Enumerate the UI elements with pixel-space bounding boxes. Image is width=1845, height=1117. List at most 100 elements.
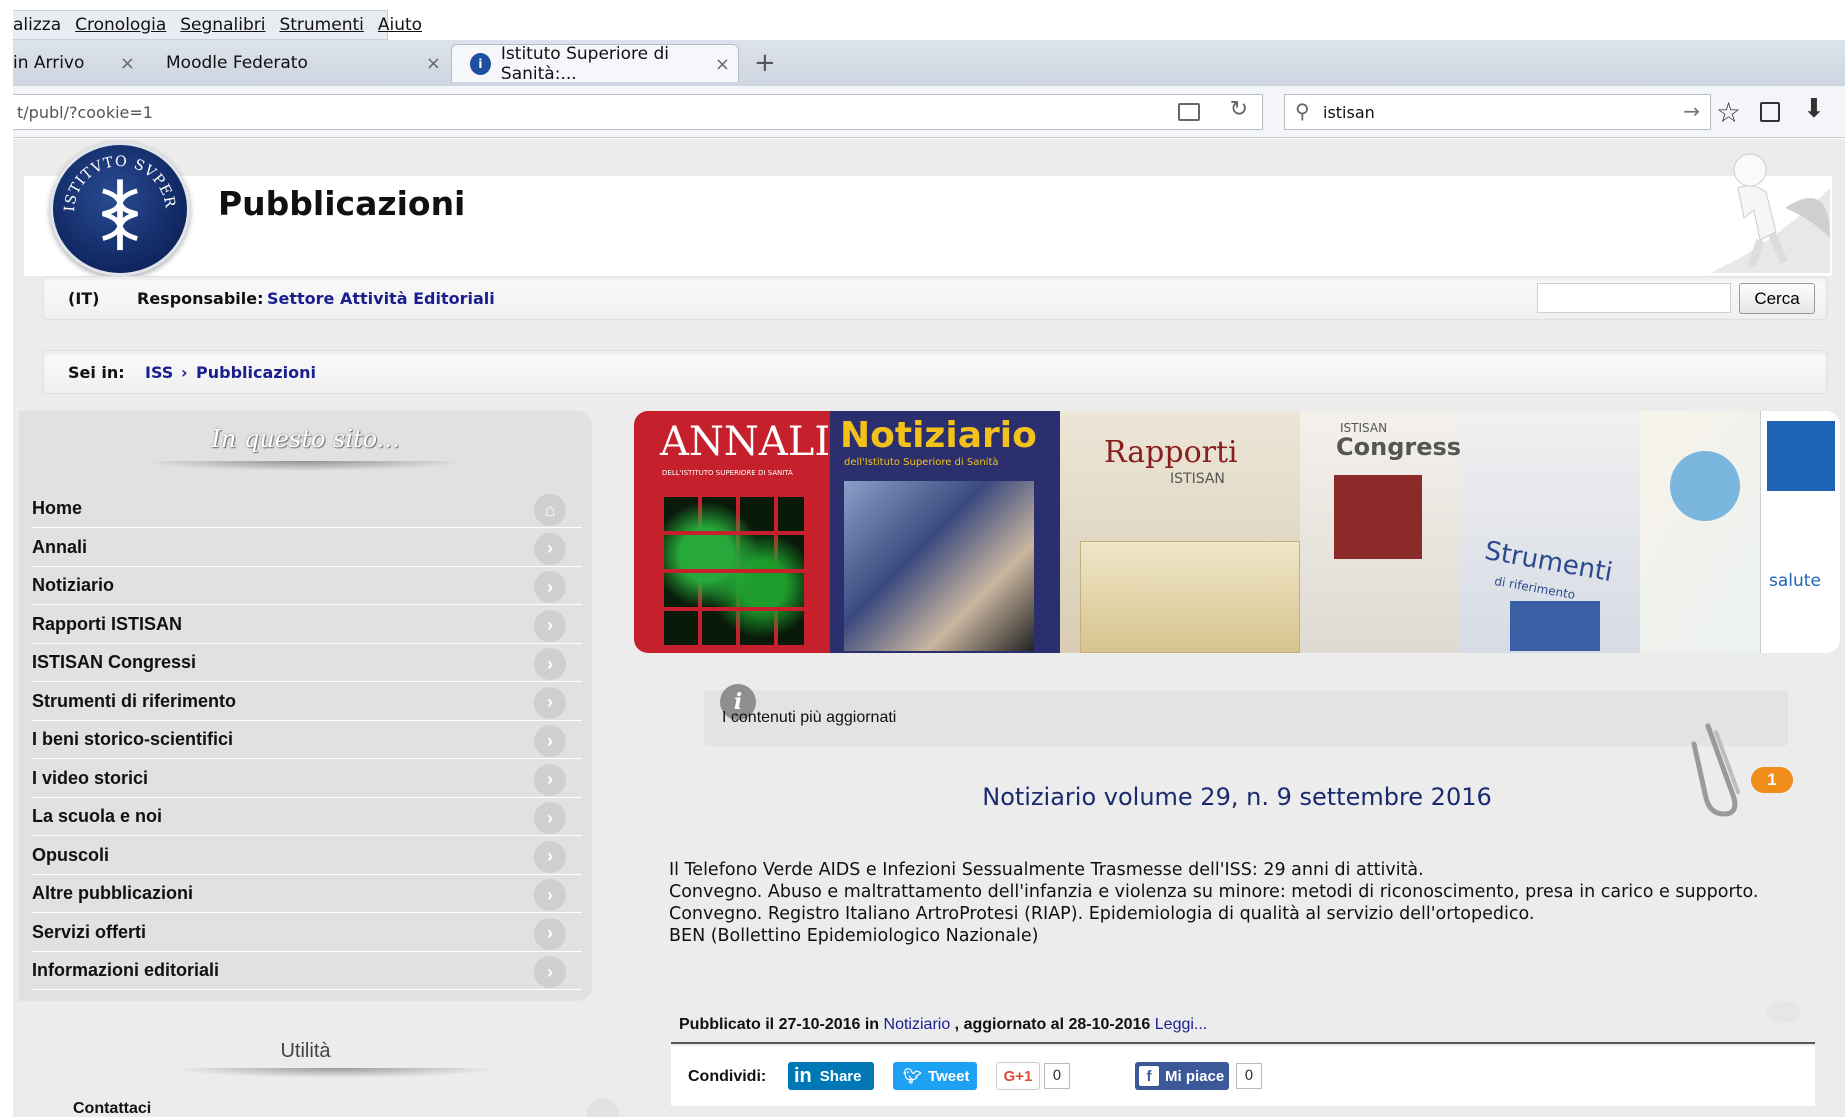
article-line: Convegno. Registro Italiano ArtroProtesi… — [669, 904, 1535, 924]
menu-bookmarks[interactable]: Segnalibri — [180, 15, 265, 35]
reader-view-icon[interactable] — [1178, 103, 1200, 121]
sidebar-item-rapporti-istisan[interactable]: Rapporti ISTISAN › — [32, 606, 582, 644]
address-bar[interactable]: t/publ/?cookie=1 ↻ — [13, 94, 1263, 130]
sidebar-item-label: Rapporti ISTISAN — [32, 613, 183, 634]
tab-label: in Arrivo — [13, 53, 85, 73]
close-icon[interactable]: × — [426, 53, 441, 74]
linkedin-share-button[interactable]: in Share — [788, 1062, 874, 1090]
strumenti-cover[interactable]: Strumenti di riferimento — [1460, 411, 1640, 653]
search-value: istisan — [1323, 102, 1375, 122]
notiziario-cover[interactable]: Notiziario dell'Istituto Superiore di Sa… — [830, 411, 1060, 653]
salute-text: salute — [1769, 571, 1821, 591]
bookmarks-list-icon[interactable] — [1760, 102, 1780, 122]
sidebar-item-label: Opuscoli — [32, 844, 110, 865]
breadcrumb-separator: › — [181, 363, 188, 382]
chevron-right-icon[interactable]: › — [534, 917, 566, 950]
sidebar-item-servizi-offerti[interactable]: Servizi offerti › — [32, 914, 582, 952]
arrow-right-icon[interactable]: → — [1683, 99, 1700, 123]
menu-help[interactable]: Aiuto — [378, 15, 422, 35]
bookmark-star-icon[interactable]: ☆ — [1716, 96, 1741, 129]
sidebar-item-istisan-congressi[interactable]: ISTISAN Congressi › — [32, 644, 582, 682]
chevron-right-icon[interactable]: › — [534, 571, 566, 603]
tab-strip: in Arrivo × Moodle Federato × i Istituto… — [13, 40, 1845, 86]
home-icon[interactable]: ⌂ — [534, 494, 566, 526]
sidebar-item-annali[interactable]: Annali › — [32, 529, 582, 567]
sidebar-item-i-video-storici[interactable]: I video storici › — [32, 760, 582, 798]
menu-tools[interactable]: Strumenti — [279, 15, 363, 35]
chevron-right-icon[interactable]: › — [534, 763, 566, 796]
sidebar-item-la-scuola-e-noi[interactable]: La scuola e noi › — [32, 798, 582, 836]
chevron-right-icon[interactable]: › — [534, 648, 566, 680]
responsabile-link[interactable]: Settore Attività Editoriali — [267, 289, 495, 308]
menu-bar: alizza Cronologia Segnalibri Strumenti A… — [13, 10, 422, 40]
utility-title: Utilità — [280, 1040, 331, 1062]
sidebar-item-label: ISTISAN Congressi — [32, 652, 197, 672]
search-button[interactable]: Cerca — [1739, 283, 1815, 314]
twitter-label: Tweet — [928, 1067, 970, 1085]
breadcrumb-iss-link[interactable]: ISS — [145, 363, 173, 382]
scuola-cover[interactable]: salute — [1640, 411, 1840, 653]
breadcrumb-current[interactable]: Pubblicazioni — [196, 363, 316, 382]
chevron-right-icon[interactable]: › — [534, 840, 566, 873]
reload-icon[interactable]: ↻ — [1230, 97, 1248, 122]
new-tab-button[interactable]: + — [754, 44, 776, 82]
sidebar-item-label: Annali — [32, 536, 88, 557]
article-title[interactable]: Notiziario volume 29, n. 9 settembre 201… — [634, 783, 1840, 811]
sidebar-item-label: Notiziario — [32, 575, 115, 595]
latest-content-label: I contenuti più aggiornati — [722, 709, 897, 726]
annali-title: ANNALI — [660, 419, 831, 465]
iss-logo[interactable]: ISTITVTO SVPERIORE DI SANITA — [50, 142, 190, 276]
published-date: Pubblicato il 27-10-2016 in — [679, 1016, 880, 1033]
read-more-link[interactable]: Leggi... — [1155, 1016, 1207, 1034]
article-line: Convegno. Abuso e maltrattamento dell'in… — [669, 882, 1759, 902]
sidebar-item-opuscoli[interactable]: Opuscoli › — [32, 837, 582, 875]
chevron-right-icon[interactable]: › — [534, 609, 566, 642]
rapporti-cover[interactable]: Rapporti ISTISAN — [1060, 411, 1300, 653]
published-section-link[interactable]: Notiziario — [884, 1016, 951, 1034]
tab-iss-active[interactable]: i Istituto Superiore di Sanità:... × — [451, 44, 739, 84]
twitter-tweet-button[interactable]: 🐦︎ Tweet — [893, 1062, 977, 1090]
congressi-cover[interactable]: ISTISAN Congressi — [1300, 411, 1469, 653]
responsabile-label: Responsabile: — [137, 289, 264, 308]
download-icon[interactable]: ⬇ — [1803, 94, 1825, 124]
sidebar-item-notiziario[interactable]: Notiziario › — [32, 567, 582, 605]
site-search-input[interactable] — [1537, 283, 1731, 313]
rapporti-stack — [1080, 541, 1300, 653]
search-input[interactable]: ⚲ istisan → — [1284, 94, 1711, 130]
facebook-like-button[interactable]: f Mi piace — [1135, 1062, 1229, 1090]
facebook-count: 0 — [1236, 1063, 1262, 1089]
annali-image-grid — [664, 495, 804, 645]
tab-label: Moodle Federato — [166, 53, 308, 73]
notiziario-image — [844, 481, 1034, 651]
sidebar-item-strumenti-di-riferimento[interactable]: Strumenti di riferimento › — [32, 683, 582, 721]
publications-banner[interactable]: ANNALI DELL'ISTITUTO SUPERIORE DI SANITÀ… — [634, 411, 1840, 653]
chevron-right-icon[interactable]: › — [534, 725, 566, 757]
salute-cover: salute — [1760, 411, 1840, 653]
logo-seal: ISTITVTO SVPERIORE DI SANITA — [53, 145, 177, 251]
sidebar-item-altre-pubblicazioni[interactable]: Altre pubblicazioni › — [32, 875, 582, 913]
sidebar-item-home[interactable]: Home ⌂ — [32, 490, 582, 528]
sidebar-item-i-beni-storico-scientifici[interactable]: I beni storico-scientifici › — [32, 721, 582, 759]
tab-inbox[interactable]: in Arrivo × — [13, 44, 143, 82]
menu-history[interactable]: Cronologia — [75, 15, 166, 35]
sidebar-item-label: I video storici — [32, 767, 149, 788]
chevron-right-icon[interactable]: › — [534, 686, 566, 719]
gplus-button[interactable]: G+1 — [996, 1062, 1040, 1090]
close-icon[interactable]: × — [120, 53, 135, 74]
contact-link[interactable]: Contattaci — [73, 1100, 151, 1117]
chevron-right-icon[interactable]: › — [534, 532, 566, 565]
article-line: Il Telefono Verde AIDS e Infezioni Sessu… — [669, 860, 1424, 880]
annali-cover[interactable]: ANNALI DELL'ISTITUTO SUPERIORE DI SANITÀ — [634, 411, 830, 653]
share-label: Condividi: — [688, 1068, 767, 1085]
notiziario-title: Notiziario — [840, 415, 1037, 456]
close-icon[interactable]: × — [715, 54, 730, 75]
tab-moodle[interactable]: Moodle Federato × — [166, 44, 449, 82]
chevron-right-icon[interactable]: › — [534, 956, 566, 988]
chevron-right-icon[interactable]: › — [534, 802, 566, 834]
utility-shadow — [170, 1068, 500, 1078]
share-bar: Condividi: in Share 🐦︎ Tweet G+1 0 f Mi … — [671, 1046, 1815, 1106]
chevron-right-icon[interactable]: › — [534, 879, 566, 911]
sidebar-item-informazioni-editoriali[interactable]: Informazioni editoriali › — [32, 952, 582, 990]
menu-view[interactable]: alizza — [13, 15, 61, 35]
breadcrumb: Sei in: ISS › Pubblicazioni — [42, 350, 1828, 394]
